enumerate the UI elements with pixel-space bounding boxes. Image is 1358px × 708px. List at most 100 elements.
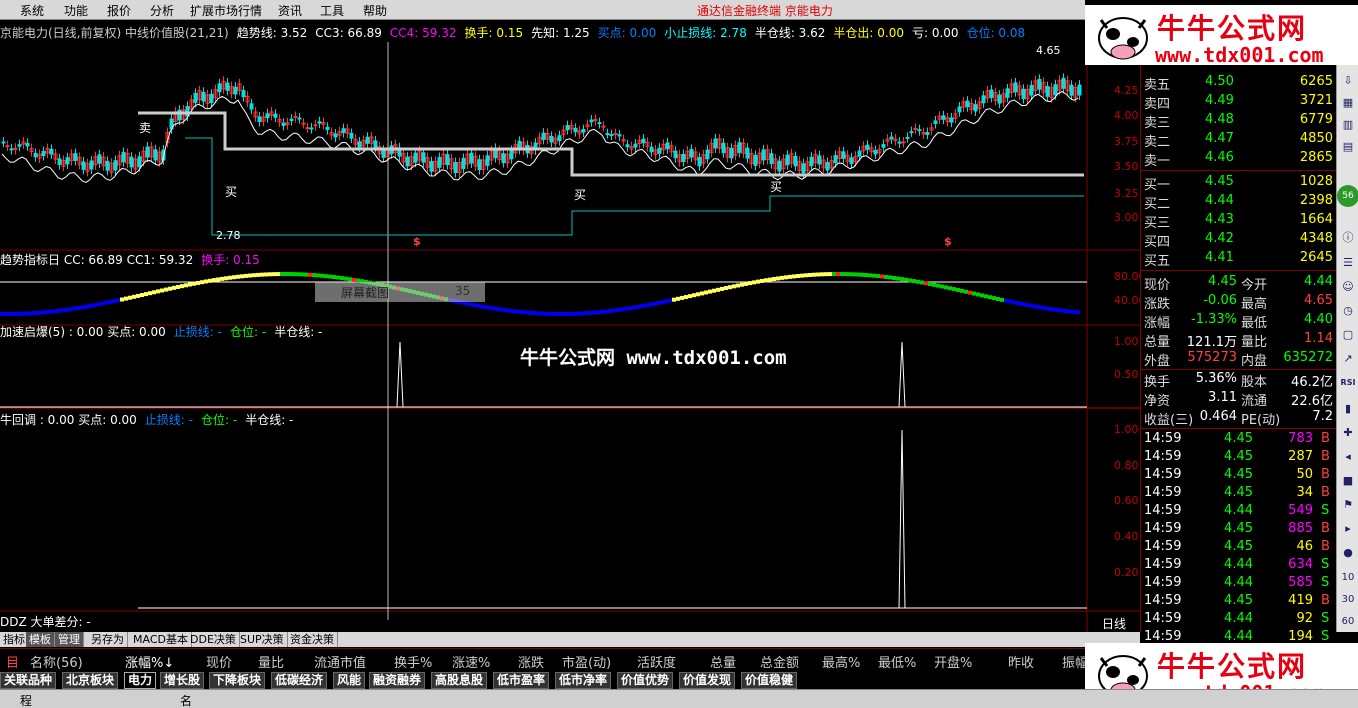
status-item[interactable]: 名	[180, 692, 192, 708]
band-segment	[272, 272, 276, 277]
band-segment	[804, 273, 808, 278]
column-header[interactable]: 总量	[710, 652, 736, 671]
menu-tools[interactable]: 工具	[320, 2, 344, 19]
candle-icon[interactable]: ▤	[1340, 139, 1356, 155]
stat-label: 现价	[1144, 278, 1171, 293]
category-tab[interactable]: 价值发现	[679, 672, 736, 689]
menu-help[interactable]: 帮助	[363, 2, 387, 19]
band-segment	[248, 273, 252, 278]
formula-tab[interactable]: 模板	[26, 632, 55, 647]
column-header[interactable]: 换手%	[394, 652, 432, 671]
menu-extended-market[interactable]: 扩展市场行情	[190, 2, 262, 19]
candle-body	[785, 154, 790, 166]
menu-analysis[interactable]: 分析	[150, 2, 174, 19]
trend-icon[interactable]: ↗	[1340, 351, 1356, 367]
badge-icon[interactable]: 56	[1337, 185, 1358, 207]
band-segment	[904, 277, 908, 282]
column-header[interactable]: 昨收	[1008, 652, 1034, 671]
square-icon[interactable]: ■	[1340, 473, 1356, 489]
grid-icon[interactable]: ▦	[1340, 95, 1356, 111]
band-segment	[596, 310, 600, 315]
arrow-down-icon[interactable]: ⇩	[1340, 73, 1356, 89]
category-tab[interactable]: 增长股	[160, 672, 205, 689]
category-tab[interactable]: 融资融券	[369, 672, 426, 689]
column-header[interactable]: 名称(56)	[30, 652, 83, 671]
band-segment	[816, 272, 820, 277]
column-header[interactable]: 总金额	[760, 652, 799, 671]
left-icon[interactable]: ◂	[1340, 449, 1356, 465]
list-icon[interactable]: ☰	[1340, 255, 1356, 271]
chart-icon[interactable]: ▥	[1340, 117, 1356, 133]
formula-tab[interactable]: DDE决策	[187, 632, 240, 647]
category-tab[interactable]: 低碳经济	[271, 672, 328, 689]
zoom-60-button[interactable]: 60	[1340, 614, 1356, 630]
user-icon[interactable]: ☺	[1340, 279, 1356, 295]
right-icon[interactable]: ▸	[1340, 521, 1356, 537]
low-price-label: 2.78	[216, 229, 241, 242]
band-segment	[692, 293, 696, 298]
band-segment	[232, 275, 236, 280]
rsi-icon[interactable]: RSI	[1340, 375, 1356, 391]
band-segment	[72, 306, 76, 311]
column-header[interactable]: 最高%	[822, 652, 860, 671]
axis-tick-label: 1.00	[1114, 423, 1139, 436]
kline-chart[interactable]: 京能电力(日线,前复权) 中线价值股(21,21) 趋势线: 3.52 CC3: 6…	[0, 20, 1146, 632]
zoom-30-button[interactable]: 30	[1340, 592, 1356, 608]
stat-label: 外盘	[1144, 354, 1171, 369]
formula-tab[interactable]: 管理	[55, 632, 84, 647]
flag-icon[interactable]: ⚑	[1340, 497, 1356, 513]
category-tab[interactable]: 低市盈率	[493, 672, 550, 689]
column-header[interactable]: 涨幅%↓	[125, 652, 174, 671]
category-tab[interactable]: 高股息股	[431, 672, 488, 689]
column-header[interactable]: 活跃度	[637, 652, 676, 671]
window-icon[interactable]: ▢	[1340, 327, 1356, 343]
band-segment	[896, 276, 900, 281]
candle-body	[565, 125, 570, 131]
list-menu-icon[interactable]: 目	[6, 652, 19, 671]
formula-tab[interactable]: 指标	[0, 632, 29, 647]
band-segment	[704, 290, 708, 295]
info-icon[interactable]: ⓘ	[1340, 230, 1356, 246]
category-tab[interactable]: 价值优势	[617, 672, 674, 689]
zoom-10-button[interactable]: 10	[1340, 570, 1356, 586]
formula-tab[interactable]: 资金决策	[287, 632, 338, 647]
candle-body	[833, 155, 838, 164]
column-header[interactable]: 现价	[206, 652, 232, 671]
signal-spikes	[396, 341, 906, 609]
category-tab[interactable]: 价值稳健	[741, 672, 798, 689]
band-segment	[772, 277, 776, 282]
status-item[interactable]: 程	[20, 692, 32, 708]
formula-tab[interactable]: SUP决策	[237, 632, 288, 647]
bid-price: 4.45	[1205, 174, 1234, 189]
column-header[interactable]: 流通市值	[314, 652, 366, 671]
band-segment	[340, 276, 344, 281]
category-tab[interactable]: 关联品种	[0, 672, 57, 689]
category-tab[interactable]: 低市净率	[555, 672, 612, 689]
band-segment	[320, 273, 324, 278]
column-header[interactable]: 量比	[258, 652, 284, 671]
clock-icon[interactable]: ◷	[1340, 303, 1356, 319]
cross-icon[interactable]: ✚	[1340, 425, 1356, 441]
category-tab[interactable]: 电力	[124, 672, 157, 689]
column-header[interactable]: 市盈(动)	[562, 652, 611, 671]
formula-tab[interactable]: 另存为	[88, 632, 128, 647]
category-tab[interactable]: 下降板块	[209, 672, 266, 689]
column-header[interactable]: 最低%	[878, 652, 916, 671]
column-header[interactable]: 开盘%	[934, 652, 972, 671]
column-header[interactable]: 涨速%	[452, 652, 490, 671]
menu-function[interactable]: 功能	[64, 2, 88, 19]
category-tab[interactable]: 风能	[333, 672, 366, 689]
column-header[interactable]: 涨跌	[518, 652, 544, 671]
band-segment	[656, 301, 660, 306]
category-tab[interactable]: 北京板块	[62, 672, 119, 689]
band-segment	[820, 272, 824, 277]
menu-news[interactable]: 资讯	[278, 2, 302, 19]
menu-system[interactable]: 系统	[20, 2, 44, 19]
menu-quote[interactable]: 报价	[107, 2, 131, 19]
formula-tab[interactable]: MACD基本	[130, 632, 192, 647]
dot-icon[interactable]: ●	[1340, 545, 1356, 561]
period-label[interactable]: 日线	[1102, 615, 1126, 632]
candle-body	[89, 160, 94, 170]
band-segment	[480, 304, 484, 309]
bar-icon[interactable]: ▮	[1340, 401, 1356, 417]
